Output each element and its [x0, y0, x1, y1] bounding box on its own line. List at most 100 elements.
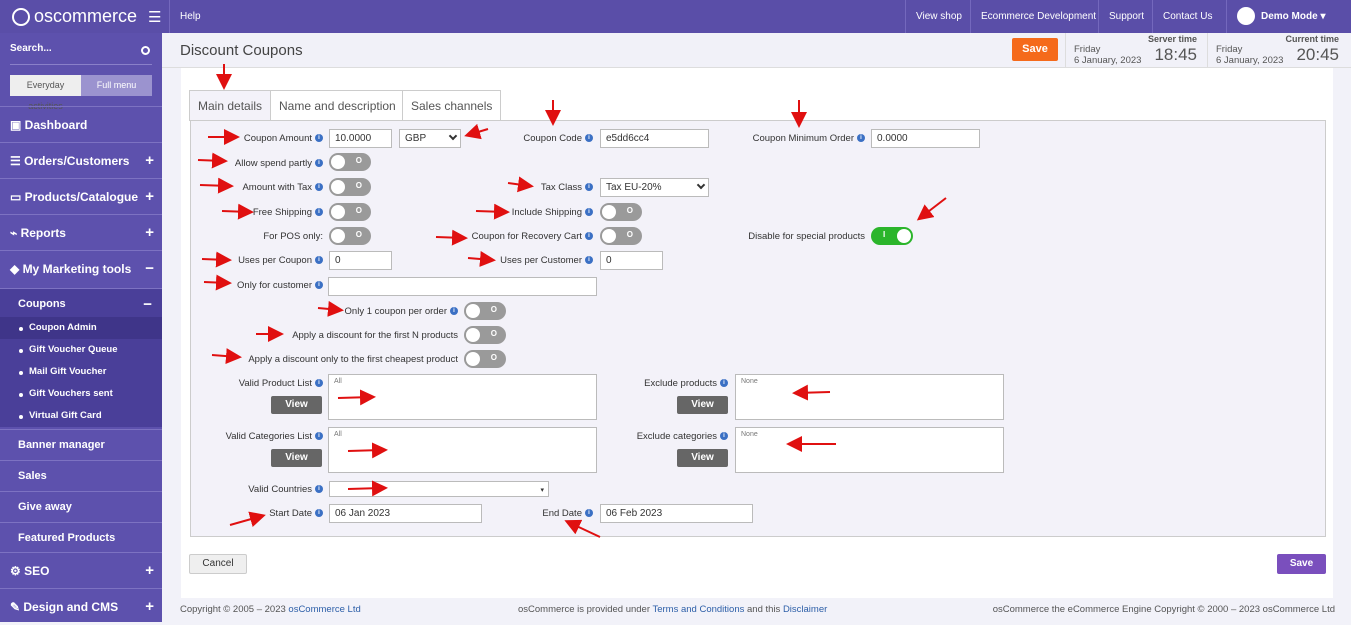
info-icon: i	[857, 134, 865, 143]
top-bar: oscommerce ☰ Help View shop Ecommerce De…	[0, 0, 1351, 33]
footer-license: osCommerce is provided under Terms and C…	[518, 604, 828, 615]
view-categories-button[interactable]: View	[271, 449, 322, 467]
chevron-down-icon	[696, 180, 706, 190]
logo-text: oscommerce	[34, 6, 138, 26]
view-exclude-products-button[interactable]: View	[677, 396, 728, 414]
logo[interactable]: oscommerce	[12, 6, 137, 27]
search-input[interactable]: Search...	[10, 43, 152, 65]
amount-tax-toggle[interactable]: O	[329, 178, 371, 196]
first-n-toggle[interactable]: O	[464, 326, 506, 344]
info-icon: i	[585, 256, 593, 265]
cheapest-label: Apply a discount only to the first cheap…	[248, 354, 458, 365]
valid-countries-select[interactable]: ▾	[329, 481, 549, 497]
page-title: Discount Coupons	[180, 42, 303, 59]
tab-name-description[interactable]: Name and description	[270, 90, 405, 121]
only-customer-input[interactable]	[328, 277, 597, 296]
tab-full-menu[interactable]: Full menu	[81, 75, 152, 96]
include-shipping-toggle[interactable]: O	[600, 203, 642, 221]
sidebar-sub-gift-vouchers-sent[interactable]: Gift Vouchers sent	[0, 383, 162, 405]
save-button-top[interactable]: Save	[1012, 38, 1058, 61]
sidebar-sub-coupon-admin[interactable]: Coupon Admin	[0, 317, 162, 339]
footer-copyright: Copyright © 2005 – 2023 osCommerce Ltd	[180, 604, 361, 615]
end-date-input[interactable]: 06 Feb 2023	[600, 504, 753, 523]
valid-categories-textarea[interactable]: All	[328, 427, 597, 473]
sidebar-item-giveaway[interactable]: Give away	[0, 491, 162, 522]
uses-customer-input[interactable]: 0	[600, 251, 663, 270]
tab-everyday[interactable]: Everyday activities	[10, 75, 81, 111]
sidebar-item-banner[interactable]: Banner manager	[0, 429, 162, 460]
one-coupon-toggle[interactable]: O	[464, 302, 506, 320]
terms-link[interactable]: Terms and Conditions	[652, 604, 744, 615]
start-date-input[interactable]: 06 Jan 2023	[329, 504, 482, 523]
sidebar-item-seo[interactable]: ⚙ SEO +	[0, 552, 162, 588]
save-button[interactable]: Save	[1277, 554, 1326, 574]
view-shop-link[interactable]: View shop	[905, 0, 972, 33]
coupon-amount-input[interactable]: 10.0000	[329, 129, 392, 148]
pos-only-toggle[interactable]: O	[329, 227, 371, 245]
sidebar-item-marketing[interactable]: ◆ My Marketing tools −	[0, 250, 162, 287]
sidebar-item-sales[interactable]: Sales	[0, 460, 162, 491]
info-icon: i	[585, 134, 593, 143]
sidebar-item-coupons[interactable]: Coupons −	[0, 288, 162, 319]
uses-coupon-label: Uses per Coupon i	[238, 255, 323, 266]
info-icon: i	[315, 159, 323, 168]
user-menu[interactable]: Demo Mode ▾	[1226, 0, 1351, 33]
info-icon: i	[585, 509, 593, 518]
tax-class-select[interactable]: Tax EU-20%	[600, 178, 709, 197]
exclude-categories-textarea[interactable]: None	[735, 427, 1004, 473]
uses-customer-label: Uses per Customer i	[500, 255, 593, 266]
allow-spend-toggle[interactable]: O	[329, 153, 371, 171]
currency-select[interactable]: GBP	[399, 129, 461, 148]
oscommerce-link[interactable]: osCommerce Ltd	[288, 604, 360, 615]
info-icon: i	[720, 432, 728, 441]
hamburger-icon[interactable]: ☰	[148, 8, 161, 26]
info-icon: i	[315, 256, 323, 265]
tax-class-label: Tax Class i	[541, 182, 593, 193]
coupon-code-input[interactable]: e5dd6cc4	[600, 129, 709, 148]
tab-sales-channels[interactable]: Sales channels	[402, 90, 502, 121]
coupon-amount-label: Coupon Amount i	[244, 133, 323, 144]
disable-special-toggle[interactable]: I	[871, 227, 913, 245]
chevron-down-icon: ▾	[540, 487, 544, 494]
coupon-code-label: Coupon Code i	[523, 133, 593, 144]
ecommerce-development-link[interactable]: Ecommerce Development	[970, 0, 1106, 33]
recovery-cart-label: Coupon for Recovery Cart i	[472, 231, 593, 242]
include-shipping-label: Include Shipping i	[512, 207, 593, 218]
sidebar-item-reports[interactable]: ⌁ Reports +	[0, 214, 162, 250]
sidebar-sub-gift-voucher-queue[interactable]: Gift Voucher Queue	[0, 339, 162, 361]
sidebar: Search... Everyday activities Full menu …	[0, 33, 162, 622]
free-shipping-label: Free Shipping i	[253, 207, 323, 218]
sidebar-sub-mail-gift-voucher[interactable]: Mail Gift Voucher	[0, 361, 162, 383]
chevron-down-icon	[448, 131, 458, 141]
current-time: Current time Friday 6 January, 2023 20:45	[1207, 33, 1347, 68]
view-products-button[interactable]: View	[271, 396, 322, 414]
sidebar-item-orders[interactable]: ☰ Orders/Customers +	[0, 142, 162, 178]
expand-icon: +	[145, 152, 154, 169]
uses-coupon-input[interactable]: 0	[329, 251, 392, 270]
sidebar-item-dashboard[interactable]: ▣ Dashboard	[0, 106, 162, 142]
info-icon: i	[315, 134, 323, 143]
free-shipping-toggle[interactable]: O	[329, 203, 371, 221]
cheapest-toggle[interactable]: O	[464, 350, 506, 368]
recovery-cart-toggle[interactable]: O	[600, 227, 642, 245]
avatar	[1237, 7, 1255, 26]
cancel-button[interactable]: Cancel	[189, 554, 247, 574]
contact-link[interactable]: Contact Us	[1152, 0, 1222, 33]
help-link[interactable]: Help	[169, 0, 211, 33]
tab-main-details[interactable]: Main details	[189, 90, 272, 121]
expand-icon: +	[145, 188, 154, 205]
sidebar-item-products[interactable]: ▭ Products/Catalogue +	[0, 178, 162, 214]
sidebar-item-design[interactable]: ✎ Design and CMS +	[0, 588, 162, 624]
support-link[interactable]: Support	[1098, 0, 1154, 33]
valid-products-textarea[interactable]: All	[328, 374, 597, 420]
expand-icon: +	[145, 224, 154, 241]
view-exclude-categories-button[interactable]: View	[677, 449, 728, 467]
sidebar-sub-virtual-gift-card[interactable]: Virtual Gift Card	[0, 405, 162, 427]
disclaimer-link[interactable]: Disclaimer	[783, 604, 827, 615]
search-icon[interactable]	[141, 46, 150, 55]
info-icon: i	[315, 509, 323, 518]
sidebar-item-featured[interactable]: Featured Products	[0, 522, 162, 553]
exclude-categories-label: Exclude categories i	[637, 431, 728, 442]
min-order-input[interactable]: 0.0000	[871, 129, 980, 148]
exclude-products-textarea[interactable]: None	[735, 374, 1004, 420]
